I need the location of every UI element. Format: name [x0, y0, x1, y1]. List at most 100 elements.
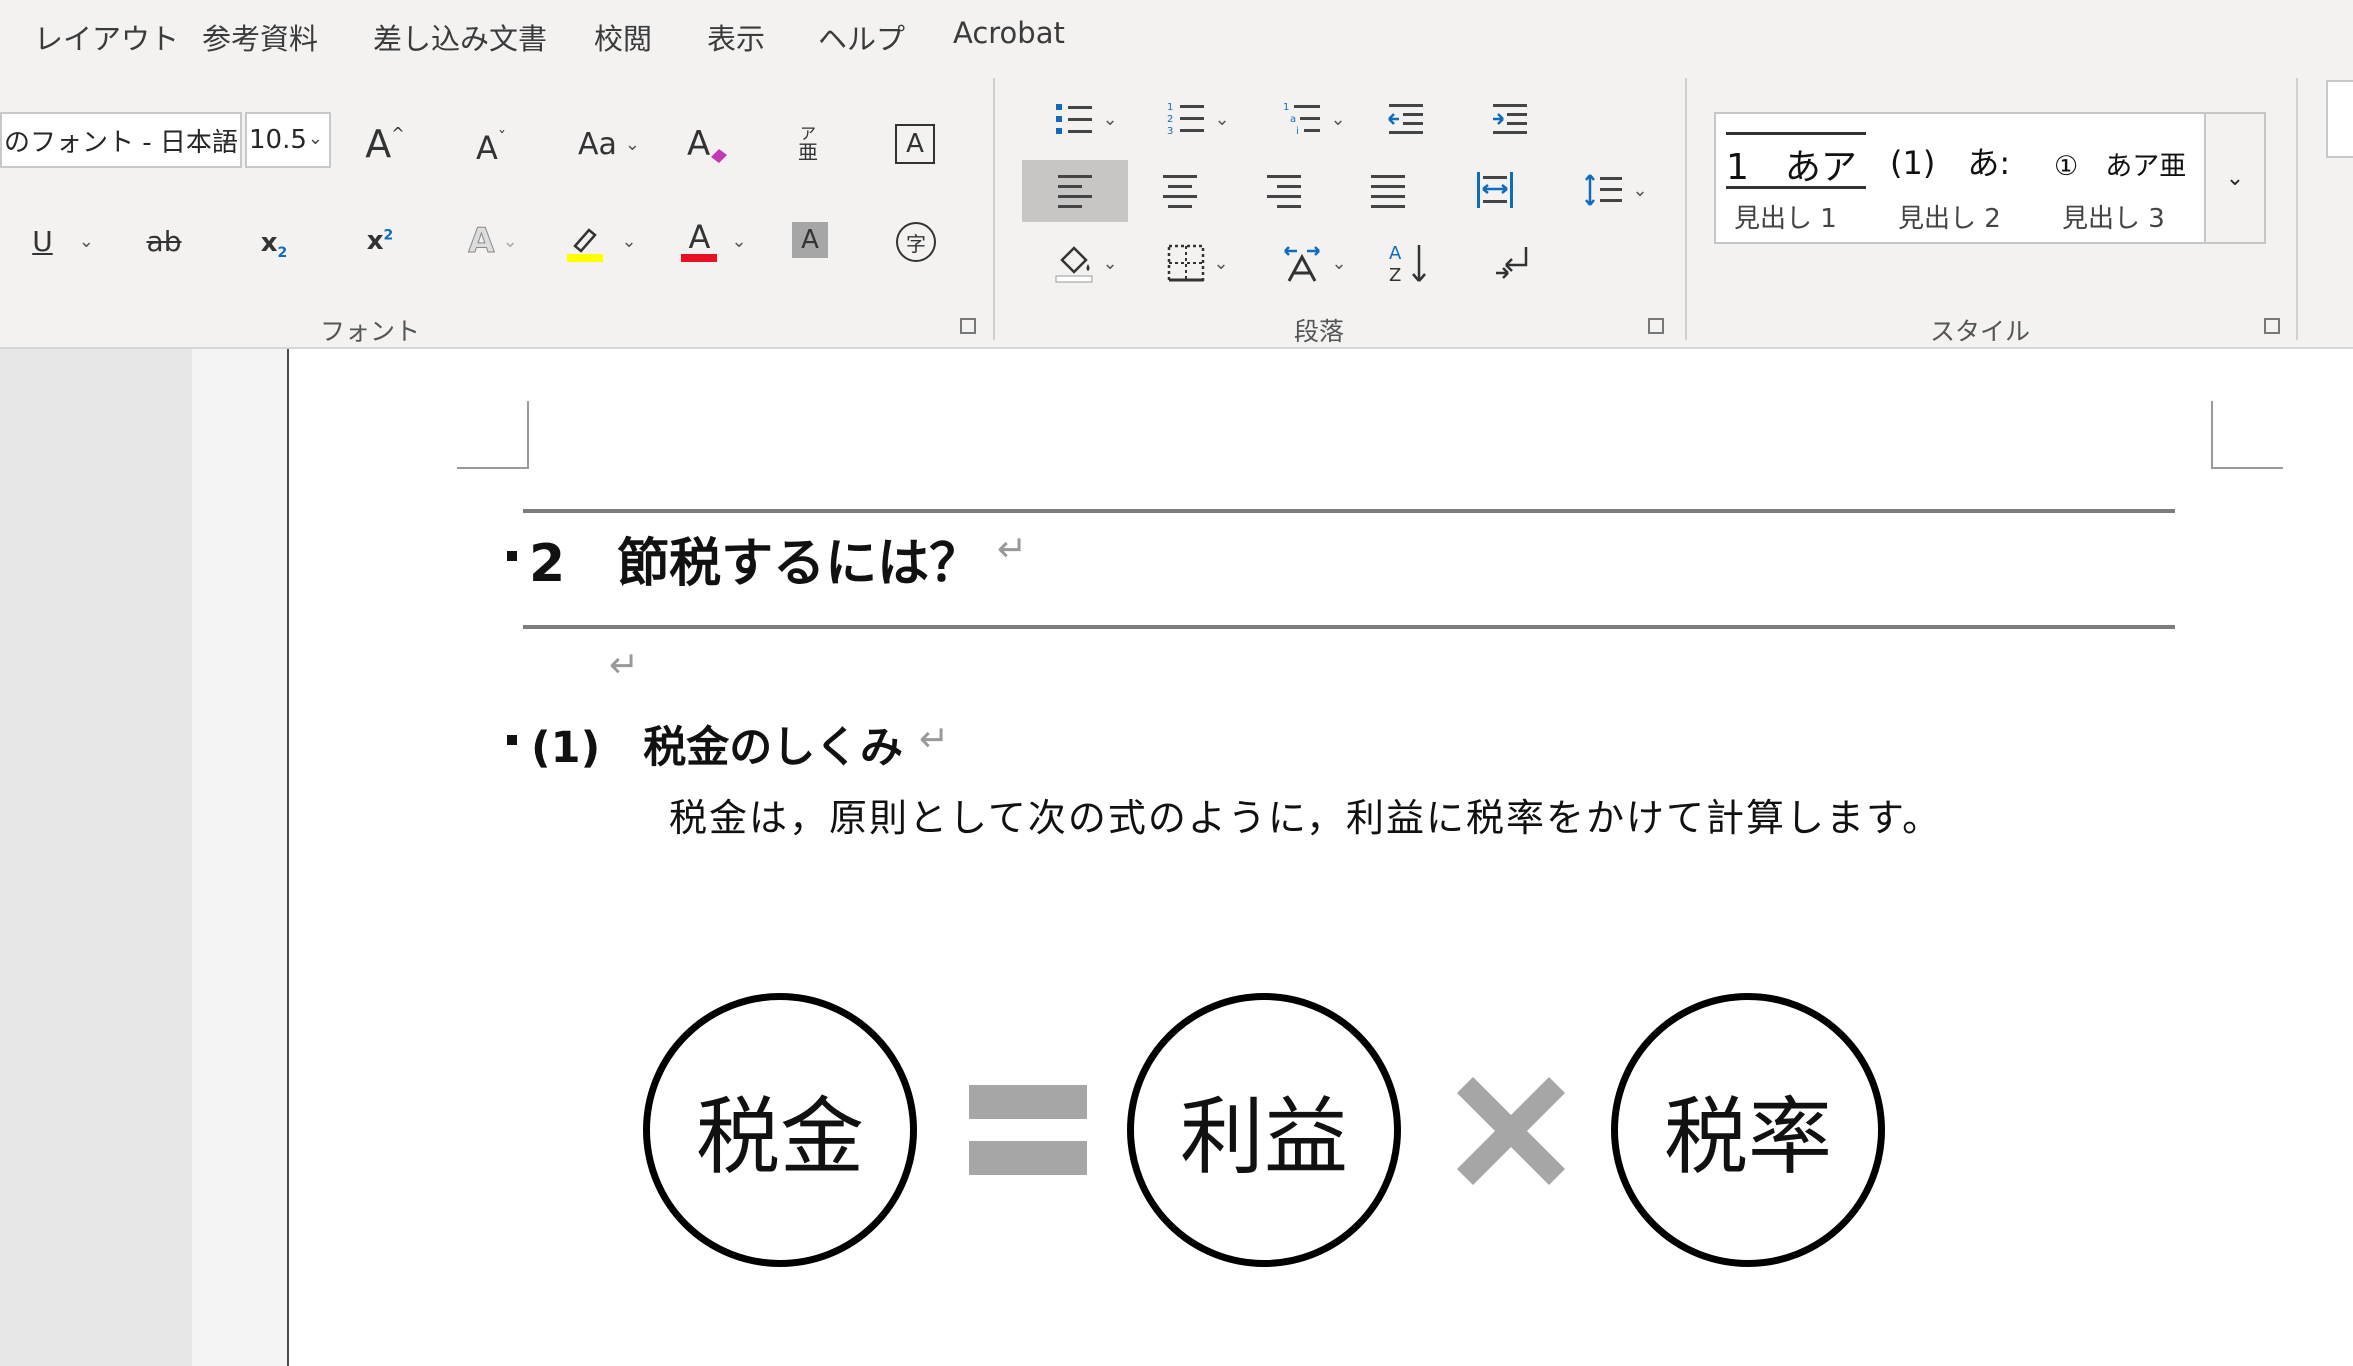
increase-indent-button[interactable] [1488, 96, 1532, 142]
chevron-down-icon: ⌄ [218, 128, 234, 149]
tab-view[interactable]: 表示 [707, 16, 765, 58]
align-center-button[interactable] [1158, 168, 1202, 214]
style-heading-3[interactable]: ① あア亜 見出し 3 [2044, 114, 2204, 242]
style-preview: ① あア亜 [2054, 151, 2187, 182]
align-right-button[interactable] [1262, 168, 1306, 214]
tab-acrobat[interactable]: Acrobat [953, 16, 1065, 50]
font-color-icon: A [681, 220, 718, 262]
tab-review[interactable]: 校閲 [594, 16, 652, 58]
svg-text:1: 1 [1167, 102, 1173, 113]
style-heading-1[interactable]: 1 あア 見出し 1 [1716, 114, 1880, 242]
character-border-button[interactable]: A [895, 124, 935, 164]
paragraph-mark-bullet [507, 551, 517, 561]
clear-formatting-button[interactable]: A [683, 118, 733, 170]
numbering-button[interactable]: 1 2 3 ⌄ [1158, 96, 1238, 142]
change-case-button[interactable]: Aa ⌄ [574, 118, 644, 170]
highlight-color-button[interactable]: ⌄ [561, 214, 641, 268]
rate-label: 税率 [1663, 1087, 1832, 1186]
svg-text:A: A [1389, 243, 1402, 264]
superscript-button[interactable]: x2 [360, 218, 400, 264]
multilevel-list-button[interactable]: 1 a i ⌄ [1274, 96, 1354, 142]
paragraph-mark-icon [1496, 247, 1528, 279]
character-shading-icon: A [801, 225, 819, 255]
crop-mark [2211, 401, 2213, 469]
line-spacing-button[interactable]: ⌄ [1576, 166, 1656, 214]
character-scaling-button[interactable]: ⌄ [1274, 238, 1354, 288]
align-left-button[interactable] [1022, 160, 1128, 222]
align-center-icon [1163, 174, 1197, 208]
body-paragraph: 税金は，原則として次の式のように，利益に税率をかけて計算します。 [669, 796, 1943, 840]
underline-button[interactable]: U ⌄ [28, 218, 98, 264]
tax-label: 税金 [695, 1087, 864, 1186]
font-group-label: フォント [320, 317, 421, 346]
borders-button[interactable]: ⌄ [1158, 238, 1238, 288]
text-effects-icon: A [468, 221, 495, 262]
style-preview: (1) あ: [1890, 144, 2011, 182]
heading-top-rule [523, 509, 2175, 513]
tab-help[interactable]: ヘルプ [818, 16, 905, 58]
character-shading-button[interactable]: A [792, 222, 828, 258]
group-separator [1685, 78, 1687, 340]
distributed-button[interactable] [1472, 166, 1518, 214]
heading-2: 2 節税するには？ [529, 534, 982, 594]
tab-references[interactable]: 参考資料 [202, 16, 318, 58]
text-effects-button[interactable]: A ⌄ [458, 216, 528, 266]
numbering-icon: 1 2 3 [1167, 102, 1205, 137]
profit-circle: 利益 [1127, 993, 1401, 1267]
group-separator [2296, 78, 2298, 340]
subscript-button[interactable]: x2 [254, 222, 294, 268]
group-separator [993, 78, 995, 340]
style-name: 見出し 2 [1898, 204, 2001, 234]
font-size-combo[interactable]: 10.5 ⌄ [245, 112, 331, 168]
phonetic-guide-button[interactable]: ア 亜 [790, 116, 826, 170]
font-color-button[interactable]: A ⌄ [674, 214, 754, 268]
next-group-control[interactable] [2326, 80, 2353, 158]
styles-dialog-launcher-icon[interactable] [2264, 318, 2280, 334]
sort-button[interactable]: A Z [1384, 238, 1434, 288]
underline-icon: U [32, 224, 53, 258]
show-hide-marks-button[interactable] [1488, 238, 1538, 288]
superscript-icon: x2 [366, 226, 394, 256]
bullets-button[interactable]: ⌄ [1046, 96, 1126, 142]
character-scaling-icon [1284, 246, 1321, 282]
svg-text:a: a [1290, 114, 1296, 125]
highlighter-icon [567, 228, 604, 262]
strikethrough-button[interactable]: ab [142, 218, 186, 264]
crop-mark [527, 401, 529, 469]
align-left-icon [1058, 174, 1092, 208]
styles-group-label: スタイル [1930, 317, 2031, 346]
enclose-characters-button[interactable]: 字 [896, 222, 936, 262]
sort-icon: A Z [1389, 243, 1426, 285]
svg-text:3: 3 [1167, 126, 1173, 137]
document-page[interactable]: 2 節税するには？ ↵ ↵ (1) 税金のしくみ ↵ 税金は，原則として次の式の… [289, 349, 2353, 1366]
svg-text:A: A [687, 124, 710, 164]
style-heading-2[interactable]: (1) あ: 見出し 2 [1880, 114, 2044, 242]
grow-font-button[interactable]: A ^ [360, 118, 410, 170]
decrease-indent-button[interactable] [1384, 96, 1428, 142]
borders-icon [1168, 244, 1205, 282]
navigation-margin [0, 349, 192, 1366]
tax-circle: 税金 [643, 993, 917, 1267]
subscript-icon: x2 [260, 228, 288, 262]
return-mark: ↵ [997, 529, 1028, 570]
multiply-sign-icon [1457, 1077, 1565, 1185]
heading-3: (1) 税金のしくみ [531, 723, 903, 773]
decrease-indent-icon [1388, 104, 1423, 134]
shading-button[interactable]: ⌄ [1046, 238, 1126, 288]
font-name-combo[interactable]: のフォント - 日本語) ⌄ [0, 112, 242, 168]
font-dialog-launcher-icon[interactable] [960, 318, 976, 334]
tab-layout[interactable]: レイアウト [34, 16, 179, 58]
tab-mailings[interactable]: 差し込み文書 [373, 16, 547, 58]
justify-button[interactable] [1366, 168, 1410, 214]
multilevel-list-icon: 1 a i [1283, 102, 1321, 137]
paragraph-dialog-launcher-icon[interactable] [1648, 318, 1664, 334]
paint-bucket-icon [1055, 246, 1093, 283]
rate-circle: 税率 [1611, 993, 1885, 1267]
enclose-characters-icon: 字 [906, 231, 926, 256]
line-spacing-icon [1585, 174, 1623, 206]
justify-icon [1371, 174, 1405, 208]
styles-more-button[interactable]: ⌄ [2204, 112, 2266, 244]
shrink-font-button[interactable]: Aˇ [466, 122, 516, 174]
svg-text:2: 2 [1167, 114, 1173, 125]
equals-sign-top-bar [969, 1085, 1087, 1119]
